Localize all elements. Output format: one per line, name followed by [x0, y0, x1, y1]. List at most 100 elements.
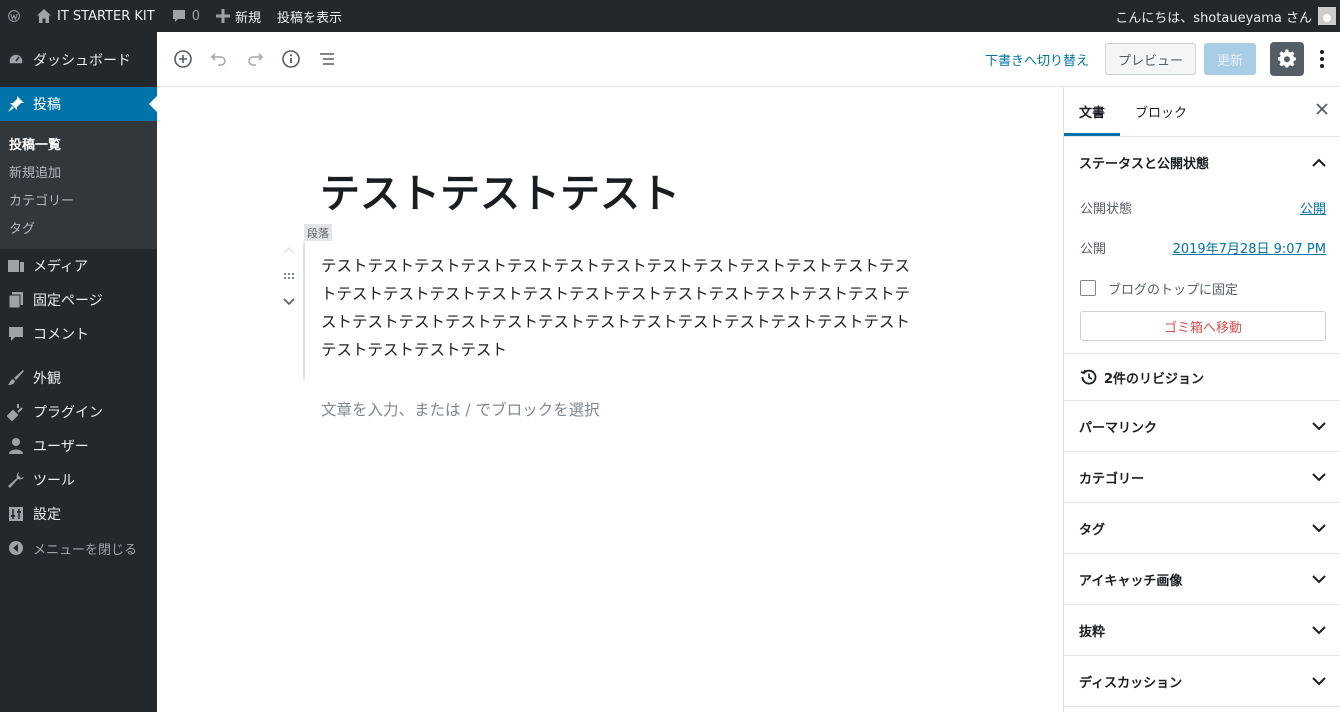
panel-excerpt[interactable]: 抜粋 [1064, 605, 1340, 656]
menu-label-posts: 投稿 [33, 97, 61, 113]
view-post-link[interactable]: 投稿を表示 [269, 0, 350, 32]
menu-users[interactable]: ユーザー [0, 429, 157, 463]
publish-label: 公開 [1080, 241, 1107, 257]
menu-label-pages: 固定ページ [33, 293, 103, 309]
revisions-link[interactable]: 2件のリビジョン [1064, 354, 1340, 401]
wordpress-logo-icon[interactable] [0, 0, 28, 32]
menu-pages[interactable]: 固定ページ [0, 283, 157, 317]
editor-canvas: テストテストテスト 段落 テストテストテストテストテストテストテストテストテスト… [157, 87, 1063, 712]
panel-permalink[interactable]: パーマリンク [1064, 401, 1340, 452]
panel-status-visibility[interactable]: ステータスと公開状態 [1064, 137, 1340, 187]
block-selection-border [303, 242, 305, 380]
new-content-link[interactable]: 新規 [208, 0, 269, 32]
panel-title-status: ステータスと公開状態 [1079, 156, 1210, 172]
gear-icon[interactable] [1270, 42, 1304, 76]
settings-sliders-icon [6, 504, 26, 524]
panel-title-tags: タグ [1079, 522, 1106, 538]
move-down-icon[interactable] [283, 289, 295, 315]
panel-title-discussion: ディスカッション [1079, 675, 1183, 691]
paragraph-block[interactable]: テストテストテストテストテストテストテストテストテストテストテストテストテストテ… [321, 252, 911, 364]
posts-submenu: 投稿一覧 新規追加 カテゴリー タグ [0, 121, 157, 249]
paintbrush-icon [6, 368, 26, 388]
tab-document[interactable]: 文書 [1064, 87, 1121, 136]
move-to-trash-button[interactable]: ゴミ箱へ移動 [1080, 311, 1326, 341]
menu-media[interactable]: メディア [0, 249, 157, 283]
submenu-add-new[interactable]: 新規追加 [0, 157, 157, 185]
chevron-down-icon [1312, 421, 1326, 431]
user-icon [6, 436, 26, 456]
revisions-label: 2件のリビジョン [1104, 371, 1205, 387]
drag-handle-icon[interactable] [283, 263, 295, 289]
chevron-up-icon [1312, 158, 1326, 167]
info-icon[interactable] [273, 41, 309, 77]
block-type-label: 段落 [304, 224, 332, 241]
block-navigation-icon[interactable] [309, 41, 345, 77]
sticky-row: ブログのトップに固定 [1080, 267, 1326, 309]
wrench-icon [6, 470, 26, 490]
comments-icon [6, 324, 26, 344]
dashboard-icon [6, 50, 26, 70]
chevron-down-icon [1312, 472, 1326, 482]
submenu-all-posts[interactable]: 投稿一覧 [0, 129, 157, 157]
menu-dashboard[interactable]: ダッシュボード [0, 32, 157, 87]
redo-icon[interactable] [237, 41, 273, 77]
menu-label-plugins: プラグイン [33, 405, 103, 421]
menu-plugins[interactable]: プラグイン [0, 395, 157, 429]
greeting-text: こんにちは、shotaueyama さん [1115, 10, 1312, 26]
panel-featured-image[interactable]: アイキャッチ画像 [1064, 554, 1340, 605]
collapse-menu-button[interactable]: メニューを閉じる [0, 531, 157, 565]
admin-bar: IT STARTER KIT 0 新規 投稿を表示 こんにちは、shotauey… [0, 0, 1340, 32]
more-options-icon[interactable] [1310, 41, 1334, 77]
chevron-down-icon [1312, 625, 1326, 635]
update-button[interactable]: 更新 [1204, 43, 1256, 75]
publish-date-row: 公開 2019年7月28日 9:07 PM [1080, 227, 1326, 267]
visibility-value-link[interactable]: 公開 [1300, 198, 1326, 217]
preview-button[interactable]: プレビュー [1104, 43, 1196, 75]
menu-settings[interactable]: 設定 [0, 497, 157, 531]
add-block-icon[interactable] [165, 41, 201, 77]
user-greeting[interactable]: こんにちは、shotaueyama さん [1107, 0, 1340, 32]
plugin-icon [6, 402, 26, 422]
move-up-icon[interactable] [283, 237, 295, 263]
site-name-link[interactable]: IT STARTER KIT [28, 0, 163, 32]
block-mover [279, 237, 299, 315]
post-title[interactable]: テストテストテスト [320, 161, 680, 219]
menu-comments[interactable]: コメント [0, 317, 157, 351]
submenu-categories[interactable]: カテゴリー [0, 185, 157, 213]
history-icon [1080, 368, 1098, 386]
menu-appearance[interactable]: 外観 [0, 361, 157, 395]
panel-title-featured-image: アイキャッチ画像 [1079, 573, 1183, 589]
home-icon [36, 8, 52, 24]
menu-tools[interactable]: ツール [0, 463, 157, 497]
new-label: 新規 [234, 10, 261, 26]
undo-icon[interactable] [201, 41, 237, 77]
panel-discussion[interactable]: ディスカッション [1064, 656, 1340, 707]
panel-title-excerpt: 抜粋 [1079, 624, 1106, 640]
pages-icon [6, 290, 26, 310]
menu-label-appearance: 外観 [33, 371, 61, 387]
visibility-row: 公開状態 公開 [1080, 187, 1326, 227]
sticky-checkbox[interactable] [1080, 280, 1096, 296]
submenu-tags[interactable]: タグ [0, 213, 157, 241]
document-settings-sidebar: 文書 ブロック ステータスと公開状態 公開状態 公開 公開 2019年7月28日… [1063, 87, 1340, 712]
block-appender-placeholder[interactable]: 文章を入力、または / でブロックを選択 [321, 398, 600, 420]
media-icon [6, 256, 26, 276]
panel-categories[interactable]: カテゴリー [1064, 452, 1340, 503]
chevron-down-icon [1312, 523, 1326, 533]
menu-label-comments: コメント [33, 327, 89, 343]
status-panel-body: 公開状態 公開 公開 2019年7月28日 9:07 PM ブログのトップに固定… [1064, 187, 1340, 354]
tab-block[interactable]: ブロック [1120, 87, 1202, 136]
menu-posts[interactable]: 投稿 [0, 87, 157, 121]
comments-link[interactable]: 0 [163, 0, 208, 32]
admin-menu: ダッシュボード 投稿 投稿一覧 新規追加 カテゴリー タグ メディア 固定ページ… [0, 32, 157, 712]
switch-to-draft-button[interactable]: 下書きへ切り替え [973, 50, 1101, 69]
close-icon[interactable] [1316, 103, 1328, 119]
panel-tags[interactable]: タグ [1064, 503, 1340, 554]
publish-date-link[interactable]: 2019年7月28日 9:07 PM [1173, 238, 1326, 257]
chevron-down-icon [1312, 574, 1326, 584]
pushpin-icon [6, 94, 26, 114]
editor-toolbar: 下書きへ切り替え プレビュー 更新 [157, 32, 1340, 87]
menu-label-users: ユーザー [33, 439, 89, 455]
collapse-arrow-icon [6, 538, 26, 558]
panel-title-categories: カテゴリー [1079, 471, 1145, 487]
